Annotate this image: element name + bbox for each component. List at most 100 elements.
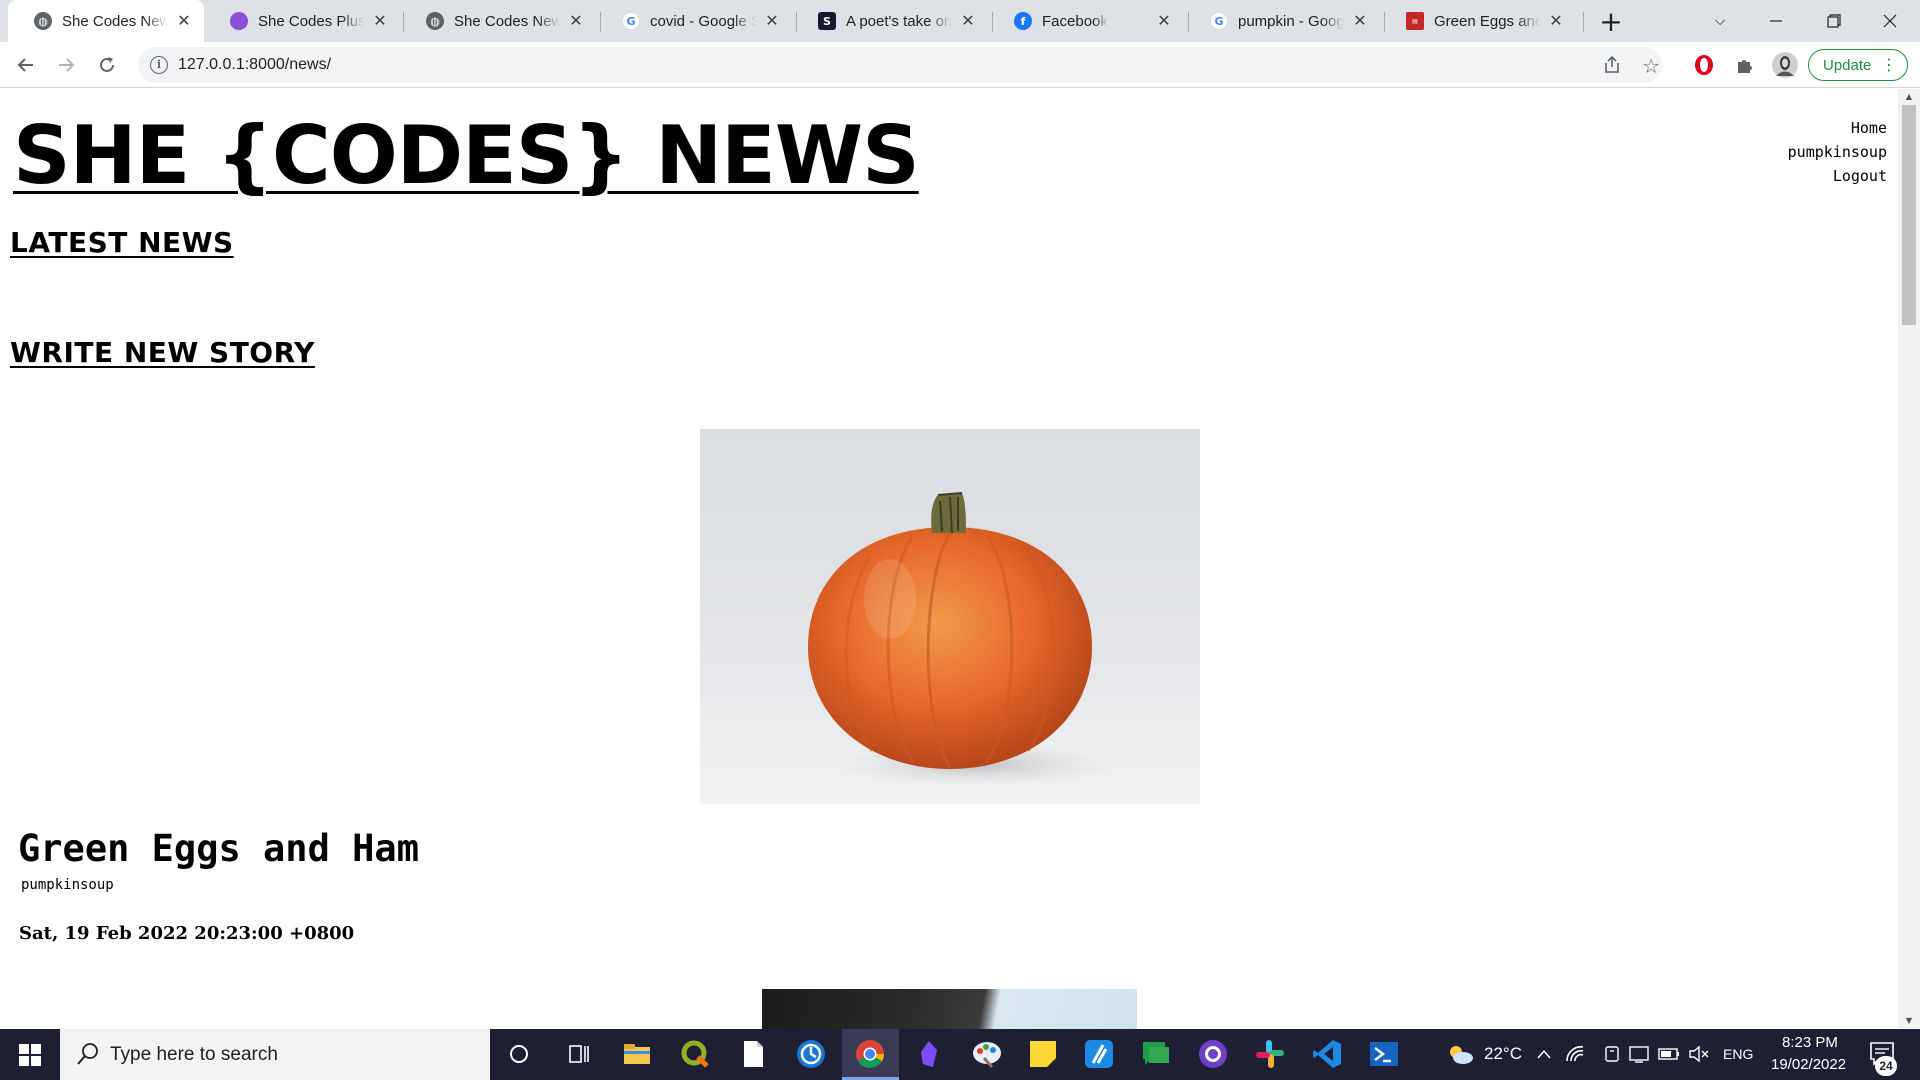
- clock-time[interactable]: 8:23 PM: [1782, 1034, 1838, 1051]
- wifi-icon[interactable]: [1564, 1037, 1586, 1071]
- minimize-icon: [1770, 20, 1782, 22]
- minimize-button[interactable]: [1748, 0, 1804, 42]
- tab-search-chevron-icon[interactable]: ⌵: [1692, 0, 1748, 42]
- profile-avatar[interactable]: [1769, 49, 1801, 81]
- tab-facebook[interactable]: f Facebook ✕: [988, 0, 1184, 42]
- opera-extension-icon[interactable]: [1688, 49, 1720, 81]
- weather-partly-cloudy-icon[interactable]: [1443, 1037, 1477, 1071]
- close-icon[interactable]: ✕: [1546, 11, 1566, 31]
- tab-title: A poet's take on t: [846, 12, 952, 30]
- tab-title: She Codes News: [62, 12, 168, 30]
- display-icon[interactable]: [1628, 1037, 1650, 1071]
- github-desktop-icon[interactable]: [1196, 1037, 1230, 1071]
- taskbar-search-box[interactable]: Type here to search: [60, 1029, 490, 1080]
- tab-green-eggs[interactable]: ▤ Green Eggs and H ✕: [1380, 0, 1576, 42]
- story-image-pumpkin[interactable]: [700, 429, 1200, 804]
- nav-home-link[interactable]: Home: [1788, 116, 1887, 140]
- scroll-thumb[interactable]: [1902, 105, 1916, 325]
- search-placeholder: Type here to search: [110, 1043, 278, 1065]
- hangouts-chat-icon[interactable]: [1139, 1037, 1173, 1071]
- tab-covid-google[interactable]: G covid - Google Se ✕: [596, 0, 792, 42]
- update-button[interactable]: Update ⋮: [1808, 49, 1908, 81]
- story-date: Sat, 19 Feb 2022 20:23:00 +0800: [19, 923, 355, 944]
- forward-button[interactable]: [50, 49, 82, 81]
- powershell-icon[interactable]: [1367, 1037, 1401, 1071]
- update-label: Update: [1823, 56, 1872, 74]
- close-icon[interactable]: ✕: [958, 11, 978, 31]
- blue-app-icon[interactable]: [1082, 1037, 1116, 1071]
- page-scrollbar[interactable]: ▲ ▼: [1898, 89, 1920, 1029]
- chrome-icon[interactable]: [853, 1037, 887, 1071]
- restore-icon: [1827, 14, 1841, 28]
- pumpkin-illustration: [808, 492, 1115, 787]
- url-text[interactable]: 127.0.0.1:8000/news/: [178, 56, 331, 74]
- restore-button[interactable]: [1806, 0, 1862, 42]
- extensions-puzzle-icon[interactable]: [1729, 49, 1761, 81]
- tab-she-codes-news[interactable]: ◍ She Codes News ✕: [8, 0, 204, 42]
- reload-icon: [100, 57, 114, 72]
- site-info-icon[interactable]: i: [150, 56, 168, 74]
- close-icon[interactable]: ✕: [370, 11, 390, 31]
- file-explorer-icon[interactable]: [620, 1037, 654, 1071]
- tab-title: covid - Google Se: [650, 12, 756, 30]
- close-icon[interactable]: ✕: [1154, 11, 1174, 31]
- share-icon[interactable]: [1602, 55, 1622, 80]
- new-tab-button[interactable]: +: [1584, 0, 1638, 42]
- sticky-notes-icon[interactable]: [1026, 1037, 1060, 1071]
- close-icon[interactable]: ✕: [762, 11, 782, 31]
- back-button[interactable]: [10, 49, 42, 81]
- clock-date[interactable]: 19/02/2022: [1771, 1056, 1846, 1073]
- bestpoems-icon: ▤: [1406, 12, 1424, 30]
- tab-title: Green Eggs and H: [1434, 12, 1540, 30]
- close-icon[interactable]: ✕: [566, 11, 586, 31]
- nav-logout-link[interactable]: Logout: [1788, 164, 1887, 188]
- story-title[interactable]: Green Eggs and Ham: [18, 827, 419, 870]
- volume-muted-icon[interactable]: [1688, 1037, 1710, 1071]
- menu-dots-icon: ⋮: [1881, 55, 1897, 74]
- device-icon[interactable]: [1601, 1037, 1623, 1071]
- tab-pumpkin-google[interactable]: G pumpkin - Googl ✕: [1184, 0, 1380, 42]
- globe-icon: ◍: [34, 12, 52, 30]
- onenote-app-icon[interactable]: [794, 1037, 828, 1071]
- qgis-icon[interactable]: [678, 1037, 712, 1071]
- obsidian-icon[interactable]: [912, 1037, 946, 1071]
- close-icon[interactable]: ✕: [174, 11, 194, 31]
- tab-poets-take[interactable]: S A poet's take on t ✕: [792, 0, 988, 42]
- latest-news-link[interactable]: LATEST NEWS: [10, 226, 234, 259]
- tab-she-codes-news-2[interactable]: ◍ She Codes News ✕: [400, 0, 596, 42]
- start-button[interactable]: [0, 1029, 60, 1080]
- vscode-icon[interactable]: [1310, 1037, 1344, 1071]
- story-author: pumpkinsoup: [21, 877, 114, 893]
- scroll-up-arrow-icon[interactable]: ▲: [1902, 90, 1916, 104]
- slack-icon[interactable]: [1253, 1037, 1287, 1071]
- tab-title: She Codes News: [454, 12, 560, 30]
- bookmark-star-icon[interactable]: ☆: [1642, 54, 1660, 78]
- write-new-story-link[interactable]: WRITE NEW STORY: [10, 336, 315, 369]
- notification-count-badge: 24: [1875, 1056, 1897, 1076]
- close-window-button[interactable]: [1862, 0, 1918, 42]
- reload-button[interactable]: [91, 49, 123, 81]
- shecodes-icon: [230, 12, 248, 30]
- nav-user-link[interactable]: pumpkinsoup: [1788, 140, 1887, 164]
- story-image-next[interactable]: [762, 989, 1137, 1029]
- cortana-icon[interactable]: [502, 1037, 536, 1071]
- paint-icon[interactable]: [970, 1037, 1004, 1071]
- close-window-icon: [1883, 14, 1897, 28]
- language-indicator[interactable]: ENG: [1723, 1046, 1753, 1062]
- notepad-icon[interactable]: [736, 1037, 770, 1071]
- address-bar[interactable]: i 127.0.0.1:8000/news/ ☆: [138, 47, 1662, 83]
- scroll-down-arrow-icon[interactable]: ▼: [1902, 1014, 1916, 1028]
- page-content: SHE {CODES} NEWS Home pumpkinsoup Logout…: [0, 89, 1898, 1029]
- close-icon[interactable]: ✕: [1350, 11, 1370, 31]
- tray-chevron-up-icon[interactable]: [1534, 1037, 1554, 1071]
- back-arrow-icon: [17, 58, 33, 72]
- google-icon: G: [1210, 12, 1228, 30]
- battery-icon[interactable]: [1658, 1037, 1680, 1071]
- task-view-icon[interactable]: [562, 1037, 596, 1071]
- windows-taskbar: Type here to search 22°C ENG 8:23 PM 19/…: [0, 1029, 1920, 1080]
- tab-title: pumpkin - Googl: [1238, 12, 1344, 30]
- weather-temp[interactable]: 22°C: [1484, 1044, 1522, 1064]
- tab-she-codes-plus[interactable]: She Codes Plus Pe ✕: [204, 0, 400, 42]
- site-title-link[interactable]: SHE {CODES} NEWS: [13, 109, 920, 202]
- tab-strip: ◍ She Codes News ✕ She Codes Plus Pe ✕ ◍…: [0, 0, 1920, 42]
